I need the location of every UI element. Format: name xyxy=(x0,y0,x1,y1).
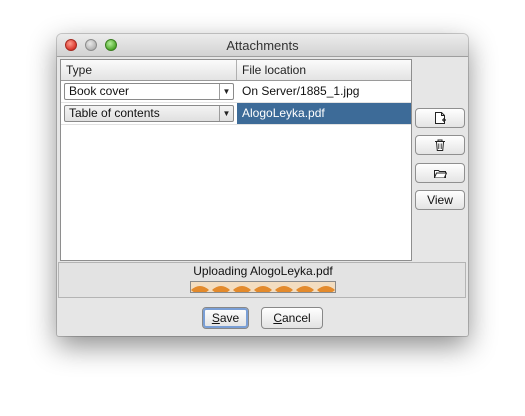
progress-stripes xyxy=(191,286,335,292)
trash-icon xyxy=(435,139,445,151)
chevron-down-icon[interactable]: ▼ xyxy=(219,106,233,121)
upload-status-panel: Uploading AlogoLeyka.pdf xyxy=(58,262,466,298)
delete-attachment-button[interactable] xyxy=(415,135,465,155)
cancel-mnemonic: C xyxy=(273,311,282,325)
file-location-cell[interactable]: AlogoLeyka.pdf xyxy=(237,103,411,124)
save-label: ave xyxy=(219,311,240,325)
attachments-table: Type File location Book cover ▼ On Serve… xyxy=(60,59,412,261)
progress-stripe xyxy=(275,286,293,292)
progress-stripe xyxy=(233,286,251,292)
column-header-type[interactable]: Type xyxy=(66,63,92,77)
type-select-value: Book cover xyxy=(69,84,130,98)
table-row[interactable]: Table of contents ▼ AlogoLeyka.pdf xyxy=(61,103,411,125)
progress-stripe xyxy=(317,286,335,292)
column-divider[interactable] xyxy=(236,60,237,80)
open-attachment-button[interactable] xyxy=(415,163,465,183)
progress-stripe xyxy=(296,286,314,292)
title-bar: Attachments xyxy=(57,34,468,57)
column-header-file-location[interactable]: File location xyxy=(242,63,306,77)
table-row[interactable]: Book cover ▼ On Server/1885_1.jpg xyxy=(61,81,411,103)
progress-stripe xyxy=(212,286,230,292)
upload-status-text: Uploading AlogoLeyka.pdf xyxy=(193,264,333,278)
file-location-cell[interactable]: On Server/1885_1.jpg xyxy=(237,81,411,102)
save-button[interactable]: Save xyxy=(202,307,249,329)
table-header: Type File location xyxy=(61,60,411,81)
add-attachment-button[interactable] xyxy=(415,108,465,128)
type-select-value: Table of contents xyxy=(69,106,160,120)
cancel-label: ancel xyxy=(281,311,311,325)
cancel-button[interactable]: Cancel xyxy=(261,307,323,329)
window-title: Attachments xyxy=(226,38,299,53)
type-select[interactable]: Table of contents ▼ xyxy=(64,105,234,122)
progress-stripe xyxy=(254,286,272,292)
view-button[interactable]: View xyxy=(415,190,465,210)
upload-progress-bar xyxy=(190,281,336,293)
chevron-down-icon[interactable]: ▼ xyxy=(219,84,233,99)
new-document-icon xyxy=(435,112,446,124)
attachments-dialog: Attachments Type File location Book cove… xyxy=(57,34,468,336)
type-select[interactable]: Book cover ▼ xyxy=(64,83,234,100)
progress-stripe xyxy=(191,286,209,292)
open-folder-icon xyxy=(434,170,448,178)
save-mnemonic: S xyxy=(211,311,220,325)
